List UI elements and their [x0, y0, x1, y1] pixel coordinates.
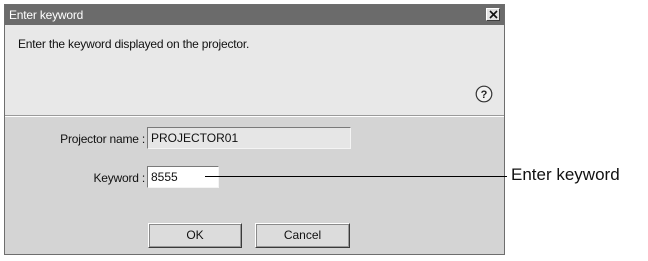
- instruction-panel: Enter the keyword displayed on the proje…: [5, 25, 504, 116]
- projector-name-field: PROJECTOR01: [147, 127, 351, 149]
- close-button[interactable]: [486, 8, 500, 21]
- ok-button[interactable]: OK: [148, 223, 242, 248]
- cancel-button[interactable]: Cancel: [255, 223, 350, 248]
- help-icon[interactable]: ?: [475, 85, 493, 103]
- close-icon: [489, 10, 498, 19]
- enter-keyword-dialog: Enter keyword Enter the keyword displaye…: [4, 4, 505, 255]
- callout-label: Enter keyword: [511, 165, 620, 184]
- title-bar: Enter keyword: [5, 5, 504, 25]
- keyword-label: Keyword :: [93, 171, 145, 185]
- projector-name-label: Projector name :: [60, 132, 145, 146]
- help-glyph: ?: [481, 89, 488, 101]
- keyword-input[interactable]: 8555: [147, 166, 219, 188]
- screenshot-stage: Enter keyword Enter the keyword displaye…: [0, 0, 648, 261]
- instruction-text: Enter the keyword displayed on the proje…: [18, 37, 250, 51]
- callout-leader-line-extension: [500, 176, 507, 177]
- callout-leader-line: [205, 176, 500, 177]
- window-title: Enter keyword: [9, 8, 84, 22]
- panel-divider: [5, 116, 504, 117]
